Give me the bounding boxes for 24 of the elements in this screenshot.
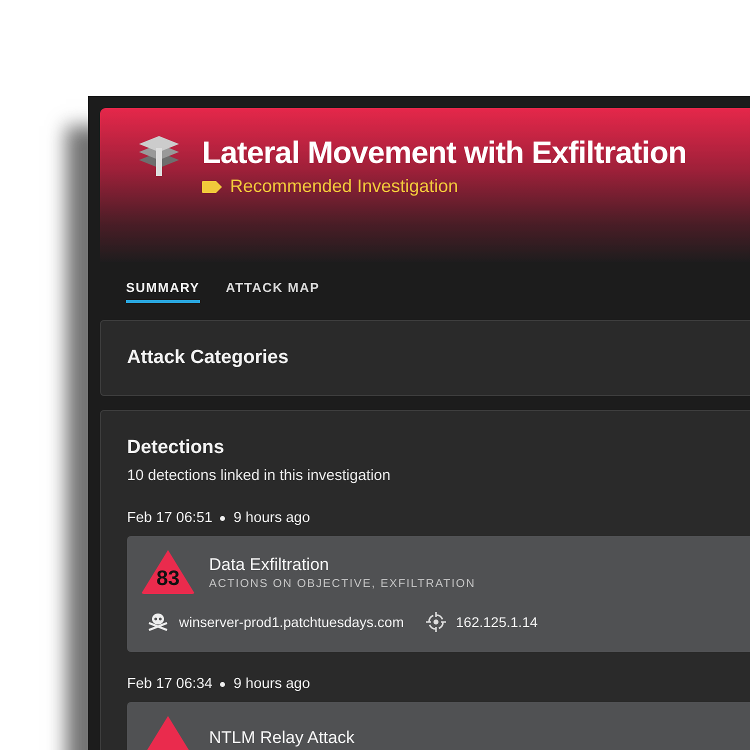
detection-date: Feb 17 06:34 [127, 676, 212, 692]
investigation-title: Lateral Movement with Exfiltration [202, 134, 686, 172]
tab[interactable]: ATTACK MAP [226, 280, 320, 303]
separator-dot [220, 516, 226, 520]
detection-card[interactable]: NTLM Relay Attack [127, 702, 750, 750]
tag-icon [202, 180, 222, 192]
detection-date: Feb 17 06:51 [127, 510, 212, 526]
detection-categories: ACTIONS ON OBJECTIVE, EXFILTRATION [209, 578, 476, 590]
detection-name: NTLM Relay Attack [209, 728, 354, 748]
detection-card[interactable]: 83 Data Exfiltration ACTIONS ON OBJECTIVE, EXFILTRATION winserver-prod1.patchtuesdays.com 162.125.1.14 [127, 536, 750, 652]
separator-dot [220, 682, 226, 686]
skull-crossbones-icon [147, 613, 169, 631]
detection-age: 9 hours ago [233, 676, 310, 692]
host-name: winserver-prod1.patchtuesdays.com [179, 614, 404, 630]
tag-label: Recommended Investigation [230, 176, 458, 197]
target-ip: 162.125.1.14 [456, 614, 538, 630]
threat-score-badge: 83 [141, 550, 195, 594]
section-title: Attack Categories [127, 347, 290, 369]
section-subtitle: 10 detections linked in this investigation [127, 467, 392, 484]
detection-age: 9 hours ago [233, 510, 310, 526]
crosshair-icon [426, 612, 446, 632]
section-title: Detections [127, 437, 226, 459]
detection-name: Data Exfiltration [209, 554, 330, 574]
tab[interactable]: SUMMARY [126, 280, 200, 303]
